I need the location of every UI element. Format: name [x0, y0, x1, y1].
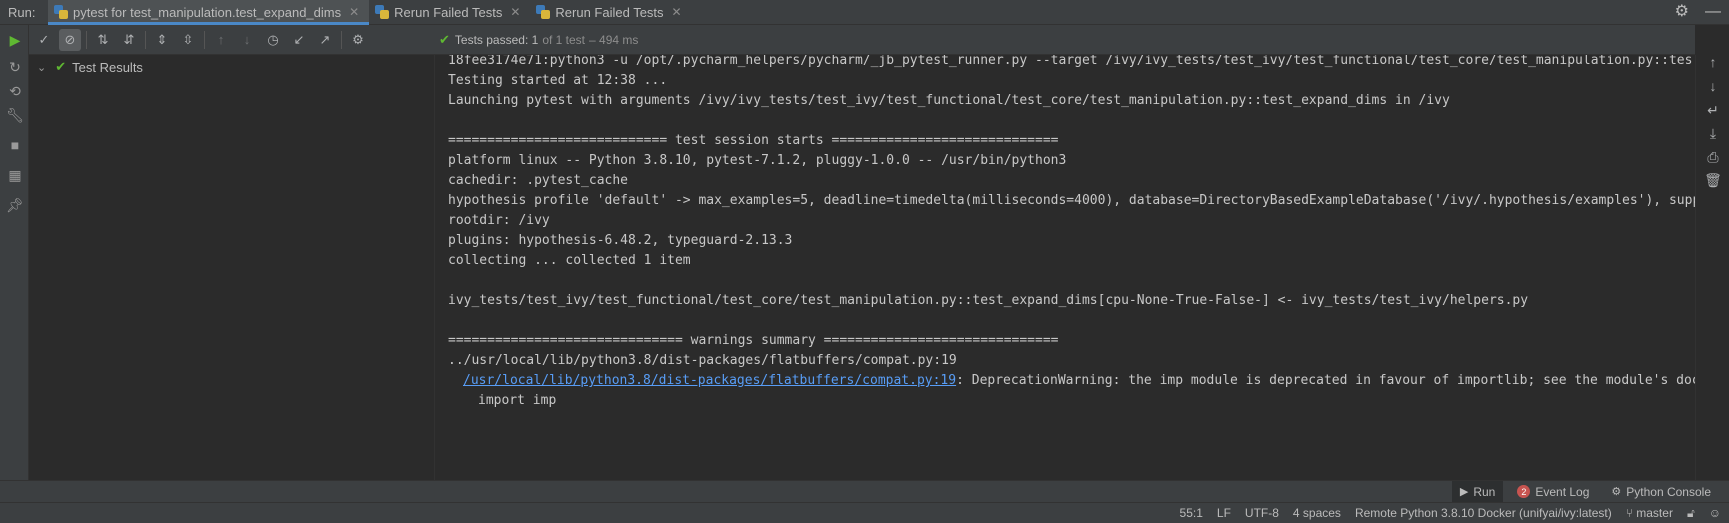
console-line: collecting ... collected 1 item [448, 253, 691, 268]
toolbar-divider [86, 30, 87, 49]
branch-icon: ⑂ [1625, 506, 1637, 520]
console-line: ../usr/local/lib/python3.8/dist-packages… [448, 353, 957, 368]
check-icon: ✔ [439, 31, 450, 47]
warning-text: : DeprecationWarning: the imp module is … [956, 373, 1695, 388]
play-icon: ▶ [1459, 486, 1469, 498]
event-log-label: Event Log [1535, 484, 1590, 499]
wrench-icon[interactable]: 🔧︎ [5, 105, 25, 125]
pin-icon[interactable]: 📌︎ [5, 195, 25, 215]
tab-rerun-failed-tests-1[interactable]: Rerun Failed Tests ✕ [369, 0, 530, 25]
show-passed-icon[interactable]: ✓ [33, 29, 55, 51]
next-failed-icon[interactable]: ↓ [236, 29, 258, 51]
python-icon [54, 5, 68, 19]
expand-all-icon[interactable]: ⇕ [151, 29, 173, 51]
lock-icon[interactable]: 🔓︎ [1687, 506, 1695, 521]
toolbar-divider [145, 30, 146, 49]
console-right-toolbar: ↑ ↓ ↵ ⤓ ⎙ 🗑︎ [1695, 52, 1729, 480]
passed-count: 1 [531, 32, 539, 47]
toolbar-divider [341, 30, 342, 49]
test-status-bar: ✔ Tests passed: 1 of 1 test – 494 ms [435, 25, 1695, 55]
show-ignored-icon[interactable]: ⊘ [59, 28, 81, 51]
arrow-down-icon[interactable]: ↓ [1703, 76, 1723, 96]
test-settings-gear-icon[interactable]: ⚙ [347, 29, 369, 51]
python-console-label: Python Console [1626, 484, 1711, 499]
test-results-tree: ⌄ ✔ Test Results [29, 55, 435, 480]
test-toolbar: ✓ ⊘ ⇅ ⇵ ⇕ ⇳ ↑ ↓ ◷ ↙ ↗ ⚙ [29, 25, 435, 55]
console-line: Launching pytest with arguments /ivy/ivy… [448, 93, 1450, 108]
close-icon[interactable]: ✕ [510, 5, 520, 19]
tree-node-test-results[interactable]: ⌄ ✔ Test Results [37, 58, 143, 76]
export-tests-icon[interactable]: ↗ [314, 29, 336, 51]
close-icon[interactable]: ✕ [672, 5, 682, 19]
run-tool-button[interactable]: ▶ Run [1451, 480, 1504, 503]
git-branch[interactable]: ⑂ master [1626, 506, 1673, 520]
tab-label: Rerun Failed Tests [555, 4, 664, 20]
tree-node-label: Test Results [72, 59, 143, 75]
stop-icon[interactable]: ■ [5, 135, 25, 155]
file-encoding[interactable]: UTF-8 [1245, 506, 1279, 520]
hector-icon[interactable]: ☺ [1709, 506, 1721, 520]
close-icon[interactable]: ✕ [349, 5, 359, 19]
tab-rerun-failed-tests-2[interactable]: Rerun Failed Tests ✕ [530, 0, 691, 25]
python-console-button[interactable]: ⚙ Python Console [1603, 481, 1719, 503]
console-line: plugins: hypothesis-6.48.2, typeguard-2.… [448, 233, 793, 248]
console-line: ============================== warnings … [448, 333, 1059, 348]
indent-setting[interactable]: 4 spaces [1293, 506, 1341, 520]
tab-pytest-expand-dims[interactable]: pytest for test_manipulation.test_expand… [48, 0, 370, 25]
test-duration: – 494 ms [589, 32, 639, 47]
console-line: Testing started at 12:38 ... [448, 73, 668, 88]
python-console-icon: ⚙ [1611, 486, 1622, 498]
line-separator[interactable]: LF [1217, 506, 1231, 520]
run-tool-label: Run [1473, 484, 1496, 499]
gear-icon[interactable]: ⚙ [1675, 3, 1689, 21]
ide-status-bar: 55:1 LF UTF-8 4 spaces Remote Python 3.8… [0, 502, 1729, 523]
console-line: 18fee3174e71:python3 -u /opt/.pycharm_he… [448, 55, 1693, 68]
layout-icon[interactable]: ▦ [5, 165, 25, 185]
print-icon[interactable]: ⎙ [1703, 147, 1723, 167]
console-warning-line: /usr/local/lib/python3.8/dist-packages/f… [463, 372, 1695, 390]
trash-icon[interactable]: 🗑︎ [1703, 170, 1723, 190]
tool-window-bar: ▶ Run 2 Event Log ⚙ Python Console [0, 480, 1729, 503]
soft-wrap-icon[interactable]: ↵ [1703, 100, 1723, 120]
caret-position[interactable]: 55:1 [1180, 506, 1203, 520]
import-tests-icon[interactable]: ↙ [288, 29, 310, 51]
console-line: ivy_tests/test_ivy/test_functional/test_… [448, 293, 1529, 308]
console-line: rootdir: /ivy [448, 213, 550, 228]
chevron-down-icon[interactable]: ⌄ [37, 61, 46, 74]
status-suffix: of 1 test [542, 32, 586, 47]
sort-alphabetically-icon[interactable]: ⇅ [92, 29, 114, 51]
rerun-play-icon[interactable]: ▶ [5, 30, 25, 50]
scroll-to-end-icon[interactable]: ⤓ [1703, 123, 1723, 143]
console-line: cachedir: .pytest_cache [448, 173, 629, 188]
console-output[interactable]: 18fee3174e71:python3 -u /opt/.pycharm_he… [435, 55, 1695, 480]
console-line: import imp [478, 393, 557, 408]
previous-failed-icon[interactable]: ↑ [210, 29, 232, 51]
run-tab-bar: Run: pytest for test_manipulation.test_e… [0, 0, 1729, 25]
collapse-all-icon[interactable]: ⇳ [177, 29, 199, 51]
run-label: Run: [8, 4, 36, 20]
event-log-button[interactable]: 2 Event Log [1509, 481, 1597, 503]
rerun-failed-icon[interactable]: ↻ [5, 57, 25, 77]
console-line: hypothesis profile 'default' -> max_exam… [448, 193, 1695, 208]
run-left-toolbar: ▶ ↻ ⟲ 🔧︎ ■ ▦ 📌︎ [0, 25, 29, 480]
toolbar-divider [204, 30, 205, 49]
check-icon: ✔ [55, 59, 67, 74]
history-icon[interactable]: ◷ [262, 29, 284, 51]
event-count-badge: 2 [1517, 485, 1531, 498]
toggle-auto-test-icon[interactable]: ⟲ [5, 81, 25, 101]
tab-label: pytest for test_manipulation.test_expand… [73, 4, 342, 20]
python-interpreter[interactable]: Remote Python 3.8.10 Docker (unifyai/ivy… [1355, 506, 1612, 520]
python-icon [536, 5, 551, 19]
warning-file-link[interactable]: /usr/local/lib/python3.8/dist-packages/f… [463, 373, 956, 388]
branch-name: master [1636, 506, 1673, 520]
console-line: ============================ test sessio… [448, 133, 1059, 148]
console-line: platform linux -- Python 3.8.10, pytest-… [448, 153, 1067, 168]
tab-label: Rerun Failed Tests [394, 4, 503, 20]
python-icon [375, 5, 390, 19]
sort-by-duration-icon[interactable]: ⇵ [118, 29, 140, 51]
status-prefix: Tests passed: [454, 32, 529, 47]
minimize-icon[interactable]: — [1705, 3, 1721, 21]
arrow-up-icon[interactable]: ↑ [1703, 52, 1723, 72]
